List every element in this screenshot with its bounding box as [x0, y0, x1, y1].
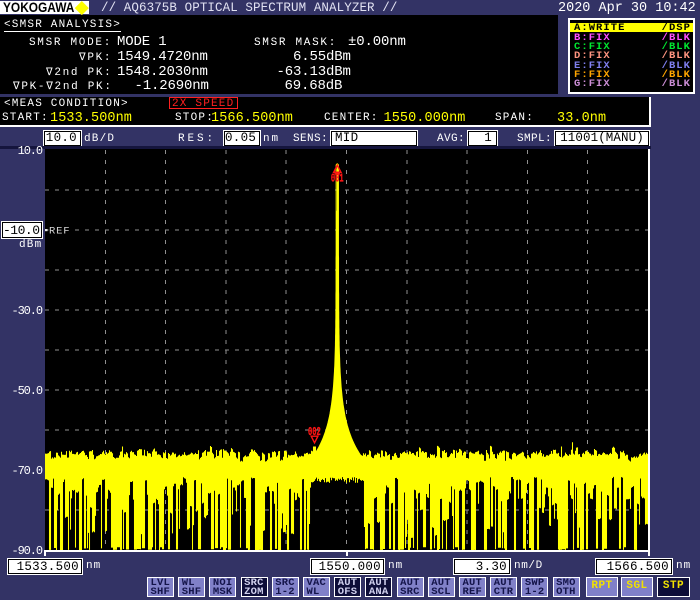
svg-text:001: 001	[331, 172, 344, 185]
svg-text:REF: REF	[49, 226, 70, 238]
